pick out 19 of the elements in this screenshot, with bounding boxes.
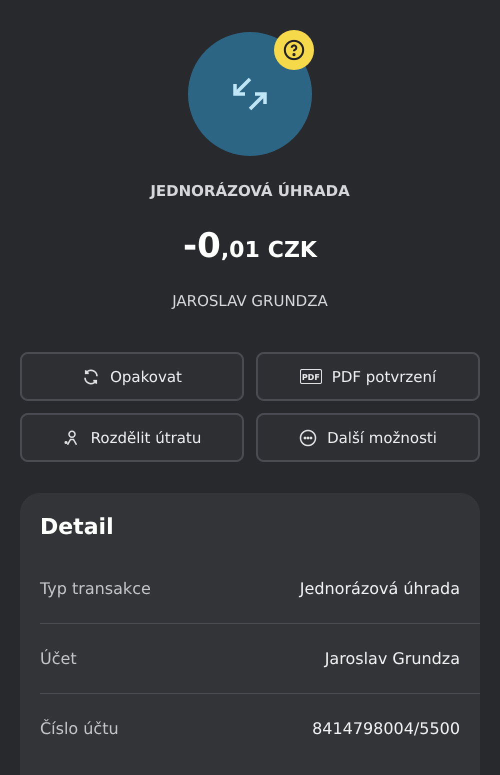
action-button[interactable]: Opakovat [20, 352, 244, 401]
counterparty-name: JAROSLAV GRUNDZA [172, 292, 328, 310]
detail-label: Číslo účtu [40, 719, 119, 738]
detail-label: Typ transakce [40, 579, 151, 598]
refresh-icon [82, 368, 100, 386]
action-button[interactable]: Další možnosti [256, 413, 480, 462]
transaction-type-title: JEDNORÁZOVÁ ÚHRADA [150, 182, 350, 200]
help-badge[interactable] [274, 30, 314, 70]
action-button[interactable]: PDF PDF potvrzení [256, 352, 480, 401]
help-icon [283, 39, 305, 61]
card-title: Detail [40, 515, 115, 540]
more-icon [299, 428, 318, 446]
amount: -0,01 CZK [183, 226, 317, 266]
pdf-icon: PDF [300, 369, 322, 384]
detail-value: 8414798004/5500 [312, 719, 460, 738]
detail-label: Účet [40, 649, 77, 668]
detail-value: Jednorázová úhrada [300, 579, 460, 598]
action-button[interactable]: Rozdělit útratu [20, 413, 244, 462]
detail-value: Jaroslav Grundza [324, 649, 460, 668]
